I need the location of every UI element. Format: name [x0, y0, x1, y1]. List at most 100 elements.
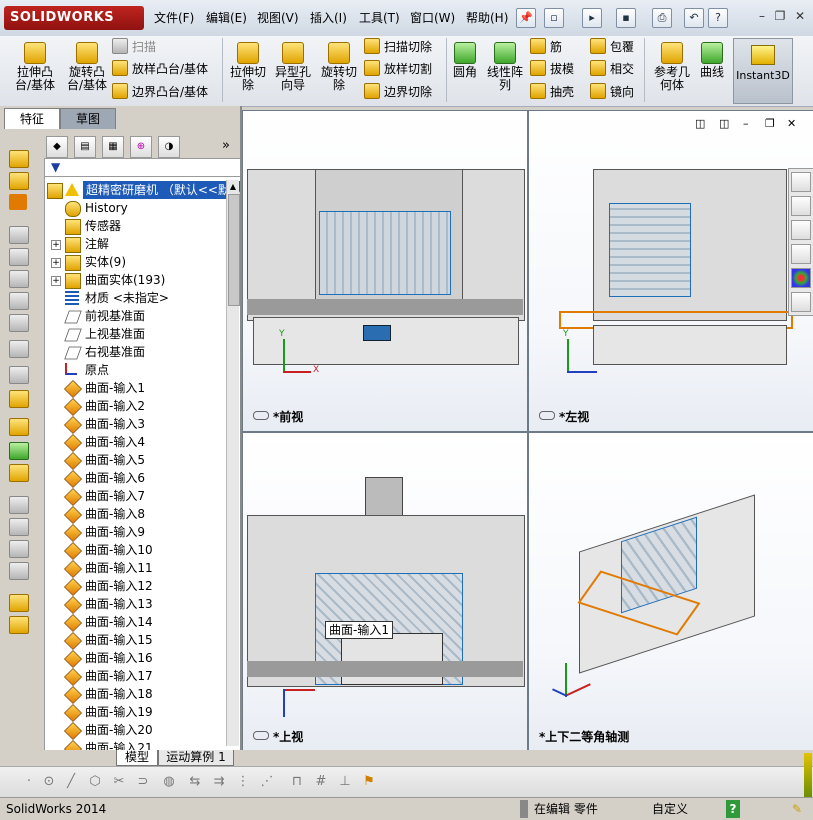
knit-tool-icon[interactable] — [9, 442, 29, 460]
tree-item[interactable]: + 注解 — [45, 235, 225, 253]
shell-button[interactable]: 抽壳 — [530, 83, 574, 101]
tab-sketch[interactable]: 草图 — [60, 108, 116, 129]
cut-icon[interactable] — [9, 172, 29, 190]
menu-help[interactable]: 帮助(H) — [464, 9, 510, 27]
tab-features[interactable]: 特征 — [4, 108, 60, 129]
tree-item[interactable]: 曲面-输入17 — [45, 667, 225, 687]
tree-item[interactable]: 曲面-输入9 — [45, 523, 225, 543]
tree-item[interactable]: 曲面-输入10 — [45, 541, 225, 561]
deform-icon[interactable] — [9, 616, 29, 634]
surface-tool-icon[interactable] — [9, 418, 29, 436]
menu-tools[interactable]: 工具(T) — [357, 9, 402, 27]
point-icon[interactable]: · — [20, 773, 38, 791]
tree-item[interactable]: 曲面-输入6 — [45, 469, 225, 489]
tree-item[interactable]: 曲面-输入1 — [45, 379, 225, 399]
minimize-icon[interactable]: – — [754, 8, 770, 24]
hole-wizard-button[interactable]: 异型孔 向导 — [272, 42, 314, 92]
tree-item[interactable]: 曲面-输入12 — [45, 577, 225, 597]
tree-item[interactable]: 前视基准面 — [45, 307, 225, 325]
intersect-button[interactable]: 相交 — [590, 60, 634, 78]
feature-manager-icon[interactable]: ◆ — [46, 136, 68, 158]
draft-button[interactable]: 拔模 — [530, 60, 574, 78]
vp-tile-icon[interactable]: ◫ — [695, 117, 705, 130]
sweep-button[interactable]: 扫描 — [112, 38, 156, 56]
polygon-icon[interactable]: ⬡ — [86, 773, 104, 791]
tree-item[interactable]: 右视基准面 — [45, 343, 225, 361]
tree-item[interactable]: 曲面-输入18 — [45, 685, 225, 705]
expand-toggle-icon[interactable]: + — [51, 258, 61, 268]
tree-item[interactable]: 曲面-输入14 — [45, 613, 225, 633]
relations-icon[interactable]: ⊥ — [336, 773, 354, 791]
fillet-tool-icon[interactable] — [9, 226, 29, 244]
home-icon[interactable] — [791, 172, 811, 192]
replace-face-icon[interactable] — [9, 540, 29, 558]
tree-item[interactable]: 曲面-输入5 — [45, 451, 225, 471]
boundary-boss-button[interactable]: 边界凸台/基体 — [112, 83, 208, 101]
mirror-tool-icon[interactable] — [9, 366, 29, 384]
menu-window[interactable]: 窗口(W) — [408, 9, 457, 27]
expand-toggle-icon[interactable]: + — [51, 276, 61, 286]
tree-item[interactable]: 材质 <未指定> — [45, 289, 225, 307]
split-line-icon[interactable] — [9, 562, 29, 580]
display-manager-icon[interactable]: ◑ — [158, 136, 180, 158]
grid-icon[interactable]: # — [312, 773, 330, 791]
viewport-isometric[interactable]: *上下二等角轴测 — [528, 432, 813, 752]
rib-tool-icon[interactable] — [9, 292, 29, 310]
sweep-cut-button[interactable]: 扫描切除 — [364, 38, 432, 56]
move-face-icon[interactable] — [9, 496, 29, 514]
print-icon[interactable]: ⎙ — [652, 8, 672, 28]
tree-item[interactable]: 曲面-输入4 — [45, 433, 225, 453]
tree-item[interactable]: 曲面-输入8 — [45, 505, 225, 525]
tree-item[interactable]: + 曲面实体(193) — [45, 271, 225, 289]
vp-single-icon[interactable]: ◫ — [719, 117, 729, 130]
instant3d-button[interactable]: Instant3D — [733, 38, 793, 104]
viewport-front[interactable]: Y X *前视 — [242, 110, 528, 432]
tab-model[interactable]: 模型 — [116, 750, 158, 766]
hole-tool-icon[interactable] — [9, 390, 29, 408]
menu-edit[interactable]: 编辑(E) — [204, 9, 249, 27]
custom-properties-icon[interactable] — [791, 292, 811, 312]
viewport-top[interactable]: 曲面-输入1 *上视 — [242, 432, 528, 752]
draft-tool-icon[interactable] — [9, 194, 27, 210]
wrap-button[interactable]: 包覆 — [590, 38, 634, 56]
tree-item[interactable]: 曲面-输入16 — [45, 649, 225, 669]
vp-close-icon[interactable]: ✕ — [787, 117, 796, 130]
vp-restore-icon[interactable]: ❐ — [765, 117, 775, 130]
vp-minimize-icon[interactable]: – — [743, 117, 749, 130]
view-palette-icon[interactable] — [791, 244, 811, 264]
linear-sketch-pattern-icon[interactable]: ⋮ — [234, 773, 252, 791]
rebuild-icon[interactable]: ✎ — [792, 800, 802, 818]
fillet-button[interactable]: 圆角 — [450, 42, 480, 79]
rib-button[interactable]: 筋 — [530, 38, 562, 56]
rollback-handle[interactable] — [804, 753, 812, 797]
tree-item[interactable]: 曲面-输入7 — [45, 487, 225, 507]
menu-file[interactable]: 文件(F) — [152, 9, 196, 27]
viewport-left[interactable]: ◫ ◫ – ❐ ✕ Y *左视 — [528, 110, 813, 432]
circular-sketch-pattern-icon[interactable]: ⋰ — [258, 773, 276, 791]
undo-icon[interactable]: ↶ — [684, 8, 704, 28]
open-folder-icon[interactable]: ▸ — [582, 8, 602, 28]
loft-boss-button[interactable]: 放样凸台/基体 — [112, 60, 208, 78]
pattern-tool-icon[interactable] — [9, 270, 29, 288]
repair-sketch-icon[interactable]: ⚑ — [360, 773, 378, 791]
loft-cut-button[interactable]: 放样切割 — [364, 60, 432, 78]
configuration-manager-icon[interactable]: ▦ — [102, 136, 124, 158]
revolve-boss-button[interactable]: 旋转凸 台/基体 — [62, 42, 112, 92]
tree-scrollbar[interactable]: ▲ — [226, 180, 240, 746]
extrude-icon[interactable] — [9, 150, 29, 168]
mirror-button[interactable]: 镜向 — [590, 83, 634, 101]
trim-icon[interactable]: ✂ — [110, 773, 128, 791]
pin-icon[interactable]: 📌 — [516, 8, 536, 28]
appearances-icon[interactable] — [791, 268, 811, 288]
reference-geometry-button[interactable]: 参考几 何体 — [650, 42, 694, 92]
help-icon[interactable]: ? — [708, 8, 728, 28]
status-units[interactable]: 自定义 — [652, 800, 688, 818]
tree-item[interactable]: 曲面-输入3 — [45, 415, 225, 435]
tree-item[interactable]: 曲面-输入11 — [45, 559, 225, 579]
menu-insert[interactable]: 插入(I) — [308, 9, 349, 27]
scroll-thumb[interactable] — [228, 194, 240, 306]
extrude-cut-button[interactable]: 拉伸切 除 — [226, 42, 270, 92]
file-explorer-icon[interactable] — [791, 220, 811, 240]
smart-dimension-icon[interactable]: ⊓ — [288, 773, 306, 791]
expand-toggle-icon[interactable]: + — [51, 240, 61, 250]
